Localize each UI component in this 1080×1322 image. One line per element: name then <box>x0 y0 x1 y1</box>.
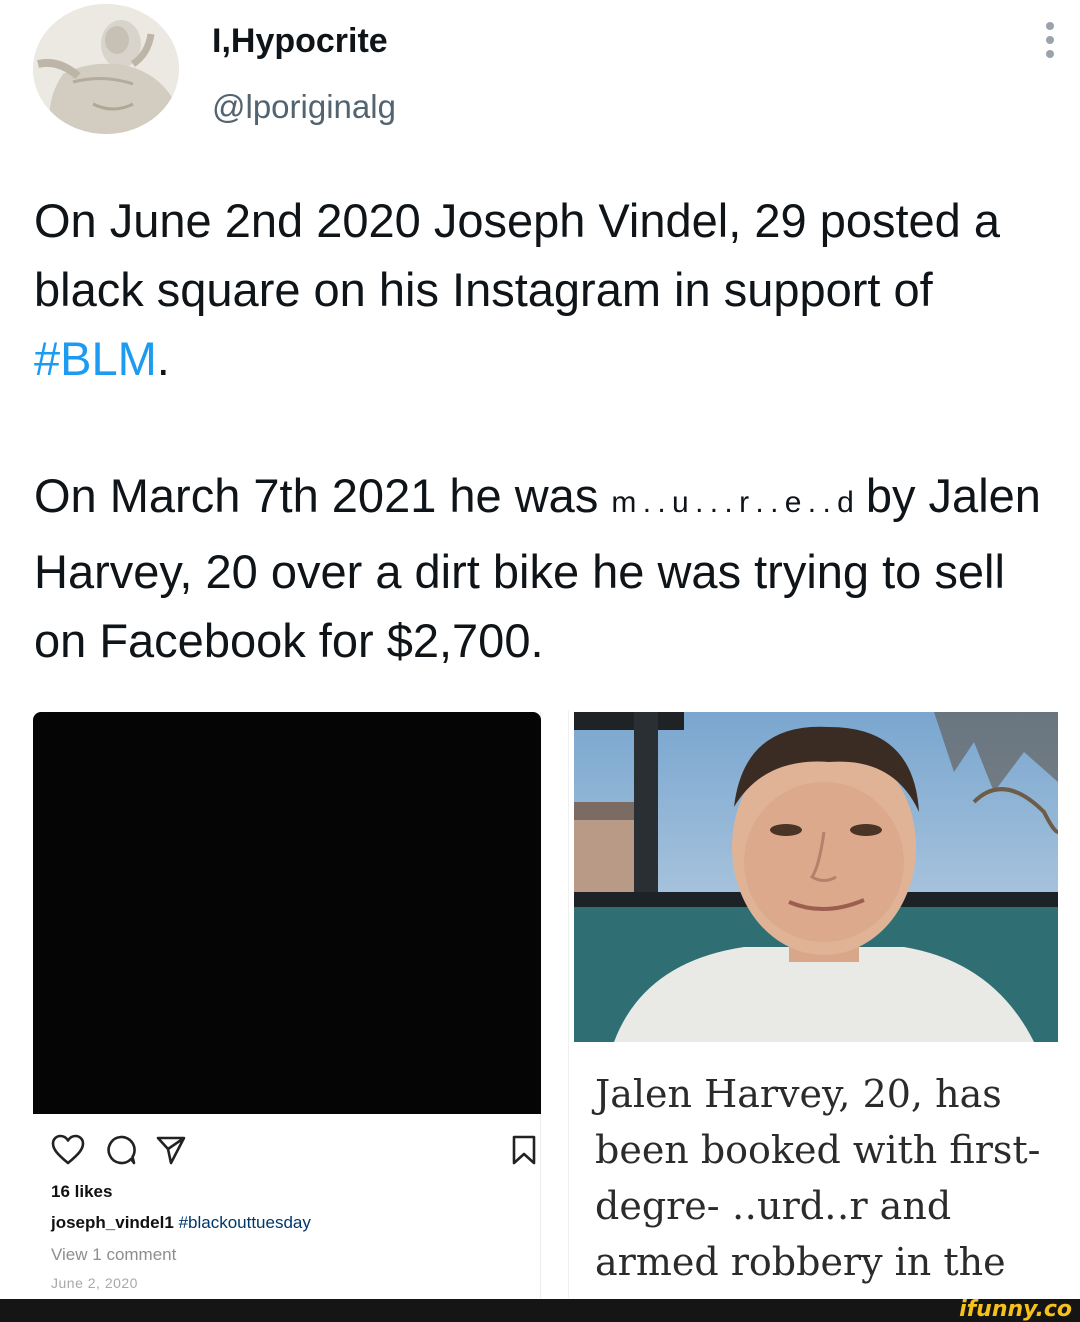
heart-icon[interactable] <box>51 1134 85 1166</box>
tweet-text: On June 2nd 2020 Joseph Vindel, 29 poste… <box>34 186 1064 675</box>
likes-count[interactable]: 16 likes <box>51 1182 112 1202</box>
instagram-post-card: 16 likes joseph_vindel1 #blackouttuesday… <box>33 712 541 1298</box>
caption-hashtag[interactable]: #blackouttuesday <box>179 1213 311 1232</box>
watermark-bar: ifunny.co <box>0 1297 1080 1322</box>
article-caption: Jalen Harvey, 20, has been booked with f… <box>595 1066 1045 1290</box>
ifunny-watermark: ifunny.co <box>959 1297 1072 1322</box>
tweet-paragraph-1: On June 2nd 2020 Joseph Vindel, 29 poste… <box>34 194 1001 385</box>
view-comments-link[interactable]: View 1 comment <box>51 1245 176 1265</box>
caption-line: been booked with first- <box>595 1128 1041 1172</box>
hashtag-link[interactable]: #BLM <box>34 332 157 385</box>
comment-icon[interactable] <box>105 1134 137 1166</box>
news-article-card: Jalen Harvey, 20, has been booked with f… <box>568 710 1058 1298</box>
caption-line: Jalen Harvey, 20, has <box>595 1072 1002 1116</box>
user-handle[interactable]: @lporiginalg <box>212 88 396 126</box>
bookmark-icon[interactable] <box>511 1134 537 1166</box>
man-selfie-photo <box>574 712 1058 1042</box>
instagram-action-bar <box>51 1134 541 1170</box>
redacted-word: m . . u . . . r . . e . . d <box>611 486 853 519</box>
tweet-paragraph-2: On March 7th 2021 he was m . . u . . . r… <box>34 469 1041 667</box>
display-name[interactable]: I,Hypocrite <box>212 22 388 61</box>
share-icon[interactable] <box>155 1134 187 1166</box>
caption-line: armed robbery in the <box>595 1240 1006 1284</box>
post-username[interactable]: joseph_vindel1 <box>51 1213 174 1232</box>
vertical-ellipsis-icon[interactable] <box>1038 22 1062 62</box>
marble-statue-avatar <box>33 4 179 134</box>
caption-line: degre‐ ․․urd․․r and <box>595 1184 952 1228</box>
post-caption: joseph_vindel1 #blackouttuesday <box>51 1213 311 1233</box>
avatar[interactable] <box>33 4 179 134</box>
post-date: June 2, 2020 <box>51 1275 138 1291</box>
black-square-image <box>33 712 541 1114</box>
